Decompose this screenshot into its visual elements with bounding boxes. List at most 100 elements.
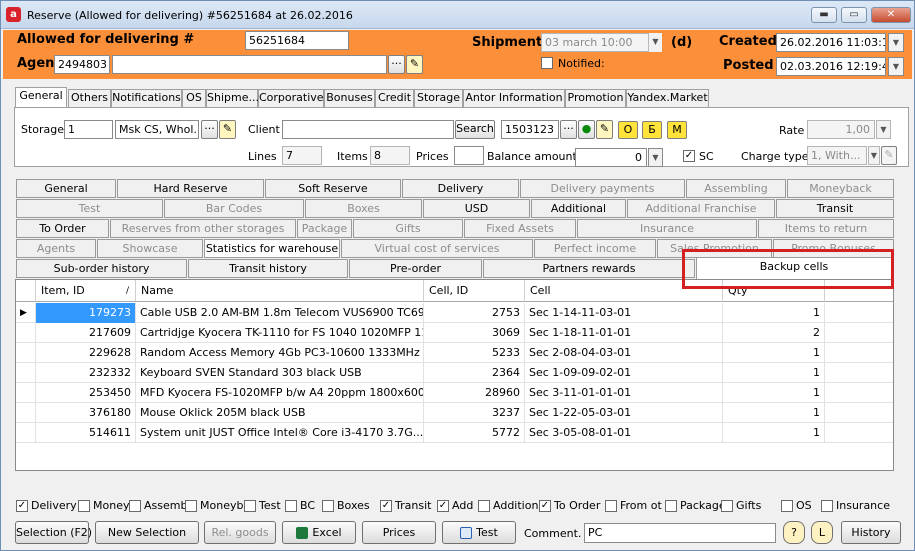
cell-cell-id[interactable]: 5772	[424, 423, 525, 443]
subtab-partners-rewards[interactable]: Partners rewards	[483, 259, 695, 278]
subtab-agents[interactable]: Agents	[16, 239, 96, 258]
test-button[interactable]: Test	[442, 521, 516, 544]
client-field[interactable]	[282, 120, 454, 139]
cell-item-id[interactable]: 229628	[36, 343, 136, 363]
checkbox[interactable]: ✓	[437, 500, 449, 512]
filter-assemb[interactable]: Assemb	[129, 499, 187, 515]
cell-cell[interactable]: Sec 1-09-09-02-01	[525, 363, 723, 383]
cell-name[interactable]: MFD Kyocera FS-1020MFP b/w A4 20ppm 1800…	[136, 383, 424, 403]
subtab-fixed-assets[interactable]: Fixed Assets	[464, 219, 576, 238]
storage-more-button[interactable]: ···	[201, 120, 218, 139]
tab-yandex-market[interactable]: Yandex.Market	[626, 89, 709, 107]
comment-field[interactable]: PC	[584, 523, 776, 543]
checkbox[interactable]	[129, 500, 141, 512]
client-edit-icon[interactable]: ✎	[596, 120, 613, 139]
cell-qty[interactable]: 1	[723, 363, 825, 383]
table-row[interactable]: 229628 Random Access Memory 4Gb PC3-1060…	[16, 343, 893, 363]
checkbox[interactable]	[781, 500, 793, 512]
cell-qty[interactable]: 1	[723, 383, 825, 403]
filter-from-other[interactable]: From ot	[605, 499, 662, 515]
cell-item-id[interactable]: 232332	[36, 363, 136, 383]
cell-item-id[interactable]: 179273	[36, 303, 136, 323]
subtab-soft-reserve[interactable]: Soft Reserve	[265, 179, 401, 198]
agent-edit-icon[interactable]: ✎	[406, 55, 423, 74]
created-field[interactable]: 26.02.2016 11:03:10	[776, 33, 886, 52]
cell-cell[interactable]: Sec 1-18-11-01-01	[525, 323, 723, 343]
subtab-bar-codes[interactable]: Bar Codes	[164, 199, 304, 218]
tab-bonuses[interactable]: Bonuses	[324, 89, 375, 107]
checkbox[interactable]	[605, 500, 617, 512]
history-button[interactable]: History	[841, 521, 901, 544]
selection-button[interactable]: Selection (F2)	[15, 521, 92, 544]
tab-notifications[interactable]: Notifications	[111, 89, 182, 107]
column-header-cell-id[interactable]: Cell, ID	[424, 280, 525, 302]
agent-id-field[interactable]: 2494803	[54, 55, 110, 74]
client-more-button[interactable]: ···	[560, 120, 577, 139]
cell-cell-id[interactable]: 2364	[424, 363, 525, 383]
cell-item-id[interactable]: 376180	[36, 403, 136, 423]
storage-edit-icon[interactable]: ✎	[219, 120, 236, 139]
tab-antor-information[interactable]: Antor Information	[463, 89, 565, 107]
tab-corporative[interactable]: Corporative	[258, 89, 324, 107]
rel-goods-button[interactable]: Rel. goods	[204, 521, 276, 544]
checkbox[interactable]	[721, 500, 733, 512]
cell-qty[interactable]: 1	[723, 343, 825, 363]
table-row[interactable]: 514611 System unit JUST Office Intel® Co…	[16, 423, 893, 443]
order-number-field[interactable]: 56251684	[245, 31, 349, 50]
subtab-test[interactable]: Test	[16, 199, 163, 218]
subtab-moneyback[interactable]: Moneyback	[787, 179, 894, 198]
subtab-items-to-return[interactable]: Items to return	[758, 219, 894, 238]
filter-boxes[interactable]: Boxes	[322, 499, 370, 515]
client-ok-icon[interactable]: ●	[578, 120, 595, 139]
subtab-boxes[interactable]: Boxes	[305, 199, 422, 218]
subtab-additional-franchise[interactable]: Additional Franchise	[627, 199, 775, 218]
storage-name-field[interactable]: Msk CS, Whol...	[115, 120, 199, 139]
subtab-showcase[interactable]: Showcase	[97, 239, 203, 258]
subtab-pre-order[interactable]: Pre-order	[349, 259, 482, 278]
subtab-virtual-cost[interactable]: Virtual cost of services	[341, 239, 533, 258]
sc-checkbox[interactable]: ✓	[683, 150, 695, 162]
help-button[interactable]: ?	[783, 521, 805, 544]
tab-os[interactable]: OS	[182, 89, 206, 107]
notified-checkbox[interactable]	[541, 57, 553, 69]
prices-field[interactable]	[454, 146, 484, 165]
cell-name[interactable]: System unit JUST Office Intel® Core i3-4…	[136, 423, 424, 443]
column-header-name[interactable]: Name	[136, 280, 424, 302]
subtab-sub-order-history[interactable]: Sub-order history	[16, 259, 187, 278]
checkbox[interactable]: ✓	[380, 500, 392, 512]
tab-general[interactable]: General	[15, 87, 67, 108]
tab-promotion[interactable]: Promotion	[565, 89, 626, 107]
cell-cell-id[interactable]: 28960	[424, 383, 525, 403]
checkbox[interactable]: ✓	[539, 500, 551, 512]
rate-field[interactable]: 1,00	[807, 120, 875, 139]
subtab-delivery[interactable]: Delivery	[402, 179, 519, 198]
filter-insurance[interactable]: Insurance	[821, 499, 890, 515]
subtab-to-order[interactable]: To Order	[16, 219, 109, 238]
tab-storage[interactable]: Storage	[414, 89, 463, 107]
close-button[interactable]: ✕	[871, 7, 911, 23]
cell-qty[interactable]: 2	[723, 323, 825, 343]
subtab-additional[interactable]: Additional	[531, 199, 626, 218]
subtab-gifts[interactable]: Gifts	[353, 219, 463, 238]
subtab-reserves-other-storages[interactable]: Reserves from other storages	[110, 219, 296, 238]
agent-more-button[interactable]: ···	[388, 55, 405, 74]
filter-addition[interactable]: Addition	[478, 499, 538, 515]
cell-item-id[interactable]: 217609	[36, 323, 136, 343]
table-row[interactable]: 232332 Keyboard SVEN Standard 303 black …	[16, 363, 893, 383]
cell-cell[interactable]: Sec 1-22-05-03-01	[525, 403, 723, 423]
cell-name[interactable]: Cable USB 2.0 AM-BM 1.8m Telecom VUS6900…	[136, 303, 424, 323]
subtab-hard-reserve[interactable]: Hard Reserve	[117, 179, 264, 198]
checkbox[interactable]	[665, 500, 677, 512]
cell-name[interactable]: Mouse Oklick 205M black USB	[136, 403, 424, 423]
filter-package[interactable]: Package	[665, 499, 726, 515]
client-m-button[interactable]: М	[667, 121, 687, 139]
tab-shipment[interactable]: Shipme...	[206, 89, 259, 107]
cell-item-id[interactable]: 514611	[36, 423, 136, 443]
table-row[interactable]: 253450 MFD Kyocera FS-1020MFP b/w A4 20p…	[16, 383, 893, 403]
checkbox[interactable]	[285, 500, 297, 512]
table-row[interactable]: ▶ 179273 Cable USB 2.0 AM-BM 1.8m Teleco…	[16, 303, 893, 323]
agent-name-field[interactable]	[112, 55, 387, 74]
tab-credit[interactable]: Credit	[375, 89, 414, 107]
subtab-perfect-income[interactable]: Perfect income	[534, 239, 656, 258]
checkbox[interactable]	[185, 500, 197, 512]
